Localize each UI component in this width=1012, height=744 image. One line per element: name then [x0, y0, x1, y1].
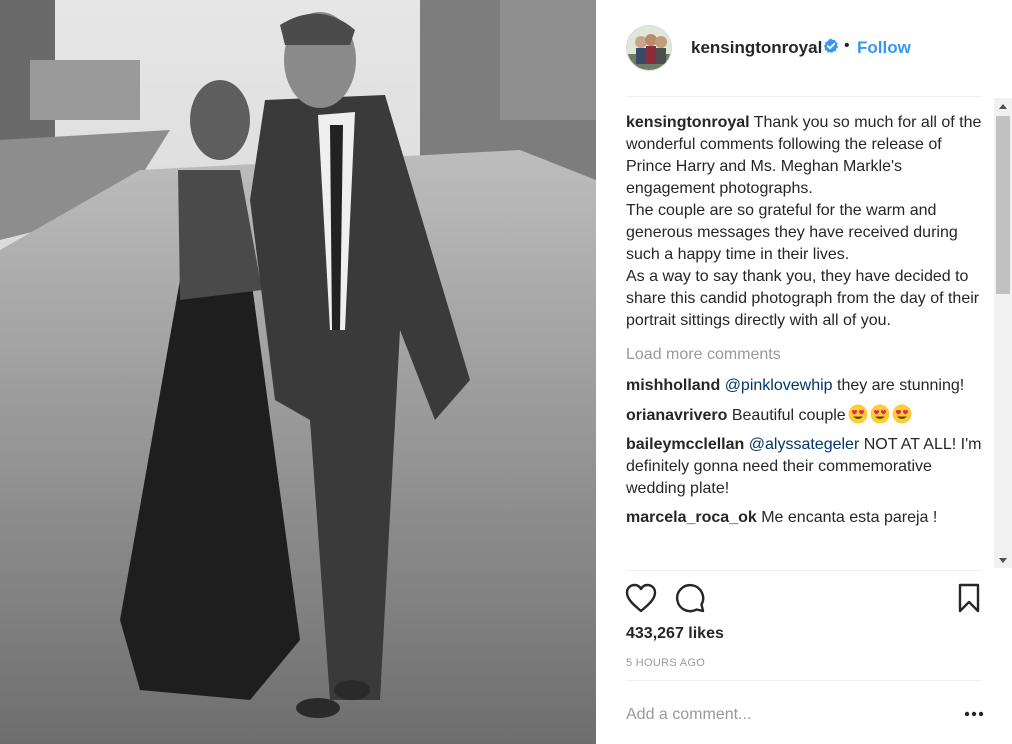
actions-divider	[626, 570, 982, 571]
verified-badge-icon	[823, 38, 838, 53]
heart-eyes-emoji-icon	[870, 404, 890, 424]
comment-item: mishholland @pinklovewhip they are stunn…	[626, 375, 988, 397]
add-comment-input[interactable]	[626, 702, 956, 728]
caption: kensingtonroyal Thank you so much for al…	[626, 112, 988, 332]
header-divider	[626, 96, 982, 97]
post-header: kensingtonroyal • Follow	[596, 0, 1012, 96]
heart-eyes-emoji-icon	[892, 404, 912, 424]
comment-mention[interactable]: @alyssategeler	[749, 436, 860, 453]
post-photo-image	[0, 0, 596, 744]
comment-text: they are stunning!	[832, 377, 965, 394]
scroll-down-arrow-icon[interactable]	[994, 552, 1012, 568]
bookmark-icon[interactable]	[956, 582, 982, 614]
load-more-comments-button[interactable]: Load more comments	[626, 344, 988, 366]
comments-list[interactable]: kensingtonroyal Thank you so much for al…	[626, 112, 988, 570]
comment-username[interactable]: orianavrivero	[626, 407, 727, 424]
comment-username[interactable]: baileymcclellan	[626, 436, 744, 453]
avatar-image	[627, 26, 671, 70]
heart-eyes-emoji-icon	[848, 404, 868, 424]
comment-input-divider	[626, 680, 982, 681]
comment-username[interactable]: mishholland	[626, 377, 720, 394]
account-username[interactable]: kensingtonroyal	[691, 38, 822, 58]
post-timestamp[interactable]: 5 HOURS AGO	[626, 657, 705, 669]
scroll-up-arrow-icon[interactable]	[994, 98, 1012, 114]
comment-item: baileymcclellan @alyssategeler NOT AT AL…	[626, 434, 988, 500]
scroll-thumb[interactable]	[996, 116, 1010, 294]
avatar[interactable]	[626, 25, 672, 71]
post-side-panel: kensingtonroyal • Follow kensingtonroyal…	[596, 0, 1012, 744]
separator-dot: •	[844, 37, 850, 54]
caption-text: Thank you so much for all of the wonderf…	[626, 114, 982, 329]
follow-button[interactable]: Follow	[857, 38, 911, 58]
caption-username[interactable]: kensingtonroyal	[626, 114, 750, 131]
comment-text: Beautiful couple	[731, 407, 846, 424]
likes-count[interactable]: 433,267 likes	[626, 625, 724, 643]
comment-item: orianavrivero Beautiful couple	[626, 404, 988, 427]
comment-item: marcela_roca_ok Me encanta esta pareja !	[626, 507, 988, 529]
comments-scrollbar[interactable]	[994, 98, 1012, 568]
post-actions	[596, 578, 1012, 618]
comment-username[interactable]: marcela_roca_ok	[626, 509, 757, 526]
post-photo[interactable]	[0, 0, 596, 744]
comment-text: Me encanta esta pareja !	[761, 509, 938, 526]
comment-bubble-icon[interactable]	[674, 582, 706, 614]
heart-icon[interactable]	[624, 582, 658, 614]
more-options-icon[interactable]	[962, 702, 986, 726]
comment-mention[interactable]: @pinklovewhip	[725, 377, 833, 394]
